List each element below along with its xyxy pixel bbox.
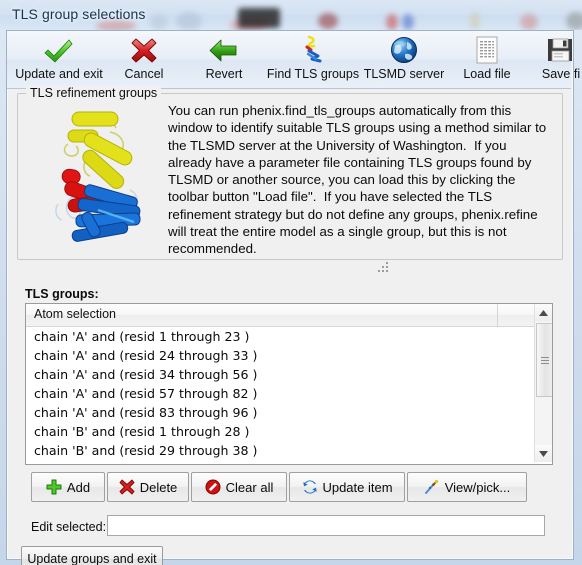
column-divider[interactable]: [497, 304, 498, 326]
list-item[interactable]: chain 'A' and (resid 57 through 82 ): [26, 384, 552, 403]
scroll-down-arrow-icon[interactable]: [535, 445, 552, 462]
toolbar-label: Update and exit: [15, 67, 103, 81]
list-column-header[interactable]: Atom selection: [26, 304, 552, 327]
list-item[interactable]: chain 'A' and (resid 83 through 96 ): [26, 403, 552, 422]
toolbar-label: Save fi: [541, 67, 581, 81]
button-label: Delete: [139, 479, 178, 495]
cross-icon: [126, 34, 162, 66]
title-bar[interactable]: TLS group selections: [0, 0, 582, 30]
column-header-atom-selection: Atom selection: [34, 307, 116, 321]
dialog-body: Update and exit Cancel Revert Find TLS g…: [6, 30, 580, 565]
toolbar-button-find-tls-groups[interactable]: Find TLS groups: [265, 33, 361, 86]
button-label: Update groups and exit: [27, 552, 157, 565]
list-item[interactable]: chain 'B' and (resid 1 through 28 ): [26, 422, 552, 441]
refresh-icon: [301, 479, 318, 496]
toolbar-button-load-file[interactable]: Load file: [457, 33, 517, 86]
x-mark-icon: [119, 479, 136, 496]
clear-all-button[interactable]: Clear all: [191, 472, 287, 502]
list-vertical-scrollbar[interactable]: [534, 304, 552, 462]
toolbar-button-revert[interactable]: Revert: [199, 33, 249, 86]
toolbar-button-save-file[interactable]: Save fi: [531, 33, 582, 86]
toolbar-label: Cancel: [124, 67, 164, 81]
thumb-grip-icon: [540, 355, 549, 366]
toolbar-label: Revert: [205, 67, 243, 81]
edit-selected-label: Edit selected:: [31, 520, 107, 534]
tls-groups-listbox[interactable]: Atom selection chain 'A' and (resid 1 th…: [25, 303, 553, 465]
list-item[interactable]: chain 'A' and (resid 34 through 56 ): [26, 365, 552, 384]
resize-grip-icon[interactable]: [378, 262, 390, 272]
button-label: Add: [66, 479, 91, 495]
wand-icon: [424, 479, 441, 496]
scroll-up-arrow-icon[interactable]: [535, 304, 552, 321]
toolbar-button-update-and-exit[interactable]: Update and exit: [11, 33, 107, 86]
list-item[interactable]: chain 'A' and (resid 1 through 23 ): [26, 327, 552, 346]
toolbar-label: TLSMD server: [363, 67, 445, 81]
button-label: View/pick...: [444, 479, 511, 495]
groupbox-title: TLS refinement groups: [26, 86, 162, 100]
no-entry-icon: [205, 479, 222, 496]
toolbar-button-tlsmd-server[interactable]: TLSMD server: [363, 33, 445, 86]
scrollbar-thumb[interactable]: [536, 323, 552, 397]
back-arrow-icon: [206, 34, 242, 66]
molecule-icon: [295, 34, 331, 66]
toolbar-button-cancel[interactable]: Cancel: [117, 33, 171, 86]
globe-icon: [386, 34, 422, 66]
tls-refinement-groups-groupbox: TLS refinement groups You can run phenix…: [17, 86, 563, 260]
toolbar-label: Find TLS groups: [266, 67, 360, 81]
protein-structure-image: [38, 104, 163, 244]
list-item[interactable]: chain 'A' and (resid 24 through 33 ): [26, 346, 552, 365]
update-item-button[interactable]: Update item: [289, 472, 405, 502]
toolbar: Update and exit Cancel Revert Find TLS g…: [7, 31, 580, 89]
toolbar-label: Load file: [463, 67, 511, 81]
add-button[interactable]: Add: [31, 472, 105, 502]
button-label: Update item: [322, 479, 393, 495]
save-disk-icon: [543, 34, 579, 66]
window-title: TLS group selections: [12, 6, 146, 22]
button-label: Clear all: [225, 479, 274, 495]
description-text: You can run phenix.find_tls_groups autom…: [168, 103, 550, 257]
edit-selected-input[interactable]: [107, 515, 545, 536]
view-pick-button[interactable]: View/pick...: [407, 472, 527, 502]
tls-groups-label: TLS groups:: [25, 287, 99, 301]
plus-icon: [46, 479, 63, 496]
list-item[interactable]: chain 'B' and (resid 29 through 38 ): [26, 441, 552, 460]
list-rows: chain 'A' and (resid 1 through 23 ) chai…: [26, 327, 552, 460]
update-groups-and-exit-button[interactable]: Update groups and exit: [21, 546, 163, 565]
document-icon: [469, 34, 505, 66]
delete-button[interactable]: Delete: [107, 472, 189, 502]
dialog-window: TLS group selections Update and exit Can…: [0, 0, 582, 565]
check-icon: [41, 34, 77, 66]
